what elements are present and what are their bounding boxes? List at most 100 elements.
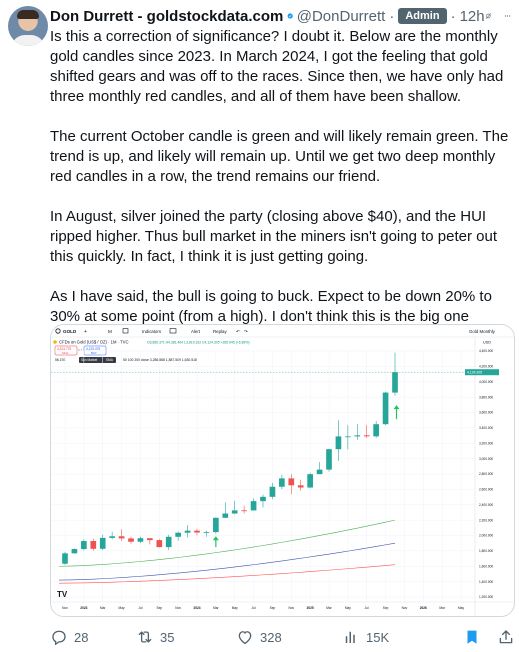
candle-body bbox=[345, 436, 351, 438]
chart-image[interactable]: GOLD + M Indicators Alert Replay ↶ ↷ Gol… bbox=[50, 324, 515, 617]
more-options-icon[interactable] bbox=[504, 7, 511, 25]
verified-badge-icon bbox=[287, 13, 294, 19]
secondary-actions bbox=[463, 628, 515, 646]
reply-button[interactable]: 28 bbox=[50, 628, 136, 646]
views-button[interactable]: 15K bbox=[342, 628, 440, 646]
alert-button[interactable]: Alert bbox=[191, 329, 201, 334]
price-axis[interactable]: 4,400.000 4,200.000 4,000.000 3,800.000 3,60… bbox=[479, 349, 493, 599]
bookmark-icon[interactable] bbox=[463, 628, 481, 646]
candle bbox=[326, 448, 332, 472]
replay-button[interactable]: Replay bbox=[213, 329, 227, 334]
symbol-label[interactable]: GOLD bbox=[63, 329, 77, 334]
grid-lines bbox=[51, 350, 475, 602]
undo-icon[interactable]: ↶ bbox=[236, 329, 240, 334]
add-symbol-icon[interactable]: + bbox=[84, 329, 87, 335]
x-tick-label: Nov bbox=[402, 606, 408, 610]
candle-body bbox=[175, 532, 181, 537]
candle bbox=[118, 529, 125, 541]
interval-button[interactable]: M bbox=[108, 329, 112, 334]
arrow-october-2025-head bbox=[393, 405, 400, 410]
candle-body bbox=[231, 510, 238, 514]
x-tick-label: 2026 bbox=[420, 606, 427, 610]
candle bbox=[156, 539, 163, 548]
share-icon[interactable] bbox=[497, 628, 515, 646]
y-tick-label: 2,000.000 bbox=[479, 534, 493, 538]
current-price-label: 4,124.305 bbox=[467, 370, 482, 374]
y-tick-label: 1,800.000 bbox=[479, 549, 493, 553]
layout-name[interactable]: Gold Monthly bbox=[469, 329, 496, 334]
candle-body bbox=[260, 496, 266, 502]
x-tick-label: Nov bbox=[175, 606, 181, 610]
x-tick-label: Sep bbox=[383, 606, 389, 610]
currency-label: USD bbox=[483, 341, 491, 345]
candle-body bbox=[147, 538, 153, 541]
candle-body bbox=[194, 530, 200, 533]
candle-body bbox=[71, 549, 78, 554]
indicators-button[interactable]: Indicators bbox=[142, 329, 162, 334]
y-tick-label: 2,600.000 bbox=[479, 488, 493, 492]
candle bbox=[175, 531, 181, 541]
candle bbox=[99, 534, 106, 551]
candle-body bbox=[90, 541, 97, 549]
candle bbox=[203, 530, 210, 537]
candle bbox=[81, 539, 87, 551]
y-tick-label: 3,200.000 bbox=[479, 441, 493, 445]
arrow-march-2024-head bbox=[212, 536, 219, 541]
like-count: 328 bbox=[260, 629, 282, 645]
candle-body bbox=[137, 538, 144, 542]
repost-count: 35 bbox=[160, 629, 175, 645]
reply-icon bbox=[52, 630, 66, 646]
y-tick-label: 4,000.000 bbox=[479, 380, 493, 384]
x-tick-label: May bbox=[232, 606, 238, 610]
tradingview-logo: TV bbox=[57, 590, 68, 599]
candle bbox=[269, 482, 276, 500]
candle-body bbox=[297, 485, 304, 488]
moving-average-line bbox=[58, 542, 396, 581]
candle-body bbox=[373, 424, 379, 437]
y-tick-label: 2,400.000 bbox=[479, 503, 493, 507]
avatar-shirt bbox=[11, 35, 45, 46]
candle-body bbox=[354, 435, 361, 437]
chart-title: CFDs on Gold (US$ / OZ) · 1M · TVC bbox=[59, 340, 129, 345]
candle bbox=[354, 423, 361, 440]
ma-prefix: 56.193 bbox=[55, 358, 65, 362]
candle-body bbox=[279, 478, 285, 487]
candle bbox=[71, 548, 78, 554]
candle bbox=[62, 551, 68, 565]
y-tick-label: 3,600.000 bbox=[479, 411, 493, 415]
x-tick-label: Mar bbox=[213, 606, 219, 610]
candle bbox=[260, 494, 266, 508]
repost-button[interactable]: 35 bbox=[136, 628, 236, 646]
candle-body bbox=[109, 536, 115, 538]
like-button[interactable]: 328 bbox=[236, 628, 342, 646]
candle bbox=[147, 538, 153, 545]
y-tick-label: 3,400.000 bbox=[479, 426, 493, 430]
tweet-text: Is this a correction of significance? I … bbox=[50, 27, 512, 347]
author-name[interactable]: Don Durrett - goldstockdata.com bbox=[50, 8, 283, 25]
tweet-paragraph: The current October candle is green and … bbox=[50, 128, 509, 185]
author-handle[interactable]: @DonDurrett bbox=[297, 8, 386, 25]
candle bbox=[345, 425, 351, 450]
candle-body bbox=[118, 536, 125, 539]
separator-dot: · bbox=[389, 7, 395, 25]
candle-body bbox=[288, 478, 295, 486]
tweet-actions: 28 35 328 15K bbox=[50, 626, 515, 648]
candle-body bbox=[81, 541, 87, 550]
candle-body bbox=[222, 513, 229, 518]
candle-body bbox=[363, 435, 370, 437]
moving-average-line bbox=[58, 519, 396, 567]
tweet-timestamp[interactable]: 12h bbox=[460, 8, 485, 25]
time-axis[interactable]: Nov 2023 Mar May Jul Sep Nov 2024 Mar May Jul Sep No… bbox=[62, 606, 464, 610]
sell-label: SELL bbox=[62, 351, 69, 355]
gold-monthly-chart: GOLD + M Indicators Alert Replay ↶ ↷ Gol… bbox=[51, 325, 514, 616]
tweet-paragraph: In August, silver joined the party (clos… bbox=[50, 208, 498, 265]
y-tick-label: 4,200.000 bbox=[479, 365, 493, 369]
grok-icon[interactable] bbox=[485, 7, 492, 25]
moving-average-line bbox=[58, 564, 396, 584]
avatar[interactable] bbox=[8, 6, 48, 46]
candle bbox=[279, 474, 285, 490]
ma-legend: 50 100 200 close 3,286.868 1,887.589 1,6… bbox=[123, 358, 197, 362]
views-icon bbox=[345, 631, 355, 643]
candle bbox=[363, 424, 370, 439]
avatar-hair bbox=[17, 10, 39, 19]
